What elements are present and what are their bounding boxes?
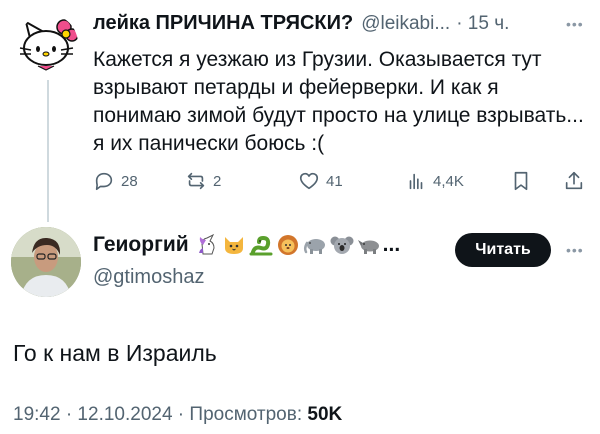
- reply-more-options-icon[interactable]: •••: [566, 242, 584, 258]
- lion-icon: [277, 235, 298, 255]
- hello-kitty-avatar[interactable]: [18, 14, 78, 74]
- share-button[interactable]: [563, 170, 585, 192]
- views-total: 50K: [307, 404, 343, 425]
- tweet-actions: 28 2 41 4,4K: [0, 170, 600, 194]
- reply-button[interactable]: 28: [93, 170, 138, 192]
- author-handle[interactable]: @leikabi...: [361, 13, 450, 35]
- repost-icon: [187, 172, 205, 190]
- snake-icon: [249, 235, 273, 256]
- tweet-time[interactable]: · 15 ч.: [456, 13, 509, 35]
- user-avatar[interactable]: [11, 227, 81, 297]
- tweet-date[interactable]: 19:42 · 12.10.2024 · Просмотров:: [13, 404, 307, 425]
- bookmark-button[interactable]: [510, 170, 532, 192]
- views-count: 4,4K: [433, 172, 464, 190]
- thread-line: [47, 80, 49, 222]
- elephant-icon: [303, 239, 325, 254]
- tweet-meta: 19:42 · 12.10.2024 · Просмотров: 50K: [13, 404, 342, 426]
- share-icon: [565, 171, 583, 190]
- name-ellipsis: ...: [382, 233, 401, 256]
- reply-author-name[interactable]: Геиоргий: [93, 233, 189, 257]
- follow-button[interactable]: Читать: [455, 233, 551, 267]
- bookmark-icon: [514, 171, 528, 191]
- like-count: 41: [326, 172, 343, 190]
- reply-text: Го к нам в Израиль: [13, 340, 217, 366]
- cat-icon: [224, 237, 243, 254]
- reply-header: Геиоргий ...: [93, 233, 400, 257]
- like-button[interactable]: 41: [298, 170, 343, 192]
- more-options-icon[interactable]: •••: [566, 16, 584, 32]
- author-name[interactable]: лейка ПРИЧИНА ТРЯСКИ?: [93, 12, 353, 35]
- repost-button[interactable]: 2: [185, 170, 221, 192]
- tweet-text: Кажется я уезжаю из Грузии. Оказывается …: [93, 48, 584, 155]
- unicorn-icon: [198, 234, 215, 255]
- repost-count: 2: [213, 172, 222, 190]
- tweet-header: лейка ПРИЧИНА ТРЯСКИ? @leikabi... · 15 ч…: [93, 12, 509, 35]
- views-button[interactable]: 4,4K: [405, 170, 464, 192]
- reply-count: 28: [121, 172, 138, 190]
- views-icon: [409, 173, 423, 190]
- reply-icon: [95, 172, 113, 191]
- name-emojis: [195, 234, 381, 256]
- heart-icon: [299, 172, 319, 190]
- reply-author-handle[interactable]: @gtimoshaz: [93, 266, 204, 289]
- rhino-icon: [357, 240, 379, 254]
- koala-icon: [330, 236, 354, 254]
